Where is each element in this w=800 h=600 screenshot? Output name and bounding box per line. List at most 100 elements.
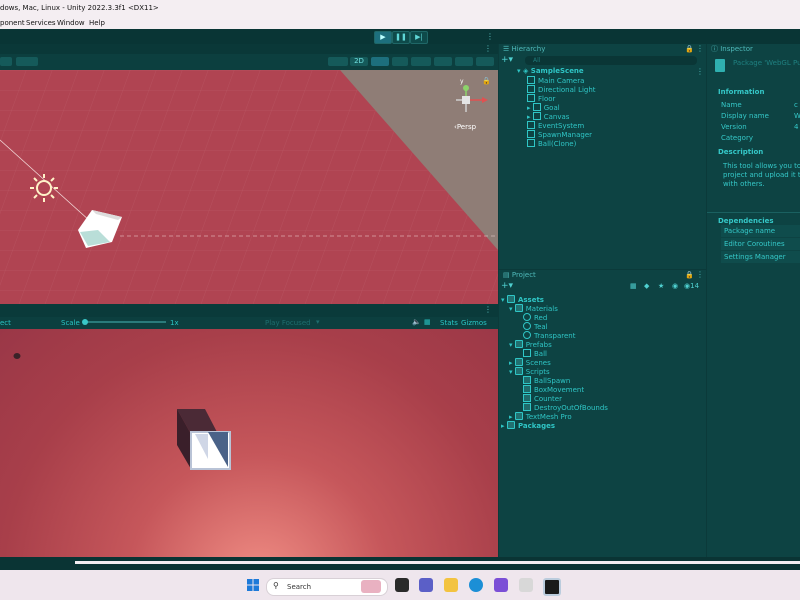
project-folder-packages[interactable]: ▸ Packages: [501, 421, 555, 431]
search-highlight-icon: [361, 580, 381, 593]
menu-window[interactable]: Window: [57, 17, 85, 29]
dependency-name: Package name: [724, 227, 776, 235]
add-object-button[interactable]: +▾: [501, 55, 513, 65]
hierarchy-search-input[interactable]: All: [525, 56, 697, 65]
scene-more-icon[interactable]: ⋮: [696, 67, 704, 76]
tree-label: Scenes: [525, 359, 551, 367]
gameobject-icon: [527, 130, 535, 138]
field-value: W: [794, 112, 800, 120]
gizmo-lock-icon[interactable]: 🔒: [482, 77, 491, 85]
task-view-icon[interactable]: [395, 578, 409, 592]
pause-icon: ❚❚: [395, 33, 407, 41]
display-select[interactable]: ect: [0, 319, 11, 327]
saved-search-icon[interactable]: ★: [658, 282, 664, 290]
hierarchy-panel: ☰ Hierarchy 🔒 ⋮ +▾ All ▾ ◈ SampleScene ⋮…: [499, 44, 706, 269]
teams-chat-icon[interactable]: [419, 578, 433, 592]
more-icon[interactable]: ⋮: [486, 32, 494, 41]
persp-label: Persp: [456, 123, 477, 131]
project-tab-label: Project: [511, 271, 536, 279]
edge-browser-icon[interactable]: [469, 578, 483, 592]
create-asset-button[interactable]: +▾: [501, 281, 513, 291]
shading-mode-button[interactable]: [328, 57, 348, 66]
script-icon: [523, 403, 531, 411]
audio-toggle-button[interactable]: [392, 57, 408, 66]
search-by-type-icon[interactable]: ▦: [630, 282, 637, 290]
hierarchy-item-label: Floor: [538, 95, 556, 103]
game-more-icon[interactable]: ⋮: [484, 305, 492, 314]
description-line: with others.: [723, 180, 765, 188]
unity-editor-icon[interactable]: [543, 578, 561, 596]
folder-icon: [506, 295, 515, 303]
chevron-right-icon[interactable]: ▸: [527, 104, 531, 112]
taskbar-search-placeholder: Search: [287, 583, 312, 591]
field-label: Display name: [721, 112, 769, 120]
tree-label: Ball: [534, 350, 547, 358]
play-button[interactable]: ▶: [374, 31, 392, 44]
gameobject-icon: [527, 121, 535, 129]
visual-studio-icon[interactable]: [494, 578, 508, 592]
game-viewport[interactable]: [0, 329, 498, 557]
gizmos-button[interactable]: Gizmos: [461, 319, 487, 327]
project-tab[interactable]: ▤ Project: [499, 270, 536, 281]
project-more-icon[interactable]: ⋮: [696, 270, 704, 279]
hierarchy-item[interactable]: Ball(Clone): [527, 139, 576, 149]
tree-label: Red: [534, 314, 548, 322]
scene-camera-button[interactable]: [455, 57, 473, 66]
tree-label: Packages: [517, 422, 556, 430]
search-by-label-icon[interactable]: ◆: [644, 282, 649, 290]
file-explorer-icon[interactable]: [444, 578, 458, 592]
inspector-tab[interactable]: ⓘ Inspector: [707, 44, 753, 55]
hidden-count-badge[interactable]: ◉14: [684, 282, 699, 290]
progress-strip: [75, 561, 800, 564]
dependency-name: Editor Coroutines: [724, 240, 785, 248]
stats-button[interactable]: Stats: [440, 319, 458, 327]
menu-component[interactable]: ponent: [0, 17, 25, 29]
hierarchy-item-label: Directional Light: [538, 86, 596, 94]
folder-icon: [514, 340, 523, 348]
tree-label: Materials: [525, 305, 558, 313]
taskbar-search-box[interactable]: ⚲ Search: [266, 578, 388, 596]
hierarchy-more-icon[interactable]: ⋮: [696, 44, 704, 53]
scene-toolbar: 2D: [0, 54, 498, 70]
hierarchy-tab[interactable]: ☰ Hierarchy: [499, 44, 545, 55]
main-toolbar: ▶ ❚❚ ▶| ⋮: [0, 29, 800, 44]
hidden-packages-icon[interactable]: ◉: [672, 282, 678, 290]
scene-root[interactable]: ▾ ◈ SampleScene: [517, 67, 584, 76]
hierarchy-item-label: SpawnManager: [538, 131, 593, 139]
inspector-header: Package 'WebGL Pu: [733, 59, 800, 67]
menu-services[interactable]: Services: [26, 17, 56, 29]
windows-start-icon[interactable]: [247, 579, 259, 591]
chevron-down-icon[interactable]: ▾: [316, 318, 320, 326]
unity-icon: ◈: [522, 67, 529, 75]
play-mode-select[interactable]: Play Focused: [265, 319, 311, 327]
audio-mute-icon[interactable]: 🔈: [412, 318, 421, 326]
gizmos-dropdown-button[interactable]: [476, 57, 494, 66]
scene-viewport[interactable]: y 🔒 ‹Persp: [0, 70, 498, 304]
frame-debugger-icon[interactable]: ▦: [424, 318, 431, 326]
scene-more-icon[interactable]: ⋮: [484, 44, 492, 53]
toggle-2d-button[interactable]: 2D: [350, 57, 368, 66]
scale-slider[interactable]: [82, 319, 166, 325]
scale-label: Scale: [61, 319, 80, 327]
scale-slider-handle[interactable]: [82, 319, 88, 325]
step-button[interactable]: ▶|: [410, 31, 428, 44]
pause-button[interactable]: ❚❚: [392, 31, 410, 44]
lock-icon[interactable]: 🔒: [685, 271, 694, 279]
projection-toggle[interactable]: ‹Persp: [454, 123, 476, 131]
folder-icon: [514, 367, 523, 375]
status-bar: [0, 557, 800, 570]
dependency-name: Settings Manager: [724, 253, 786, 261]
window-title: dows, Mac, Linux - Unity 2022.3.3f1 <DX1…: [0, 4, 159, 12]
grid-snap-button[interactable]: [0, 57, 12, 66]
lighting-toggle-button[interactable]: [371, 57, 389, 66]
ball-object: [13, 353, 21, 359]
dependency-row: Package name: [721, 225, 800, 237]
unity-hub-icon[interactable]: [519, 578, 533, 592]
hidden-objects-button[interactable]: [434, 57, 452, 66]
hidden-count: 14: [690, 282, 700, 290]
menu-help[interactable]: Help: [89, 17, 105, 29]
grid-dropdown-button[interactable]: [16, 57, 38, 66]
chevron-right-icon[interactable]: ▸: [527, 113, 531, 121]
lock-icon[interactable]: 🔒: [685, 45, 694, 53]
effects-toggle-button[interactable]: [411, 57, 431, 66]
